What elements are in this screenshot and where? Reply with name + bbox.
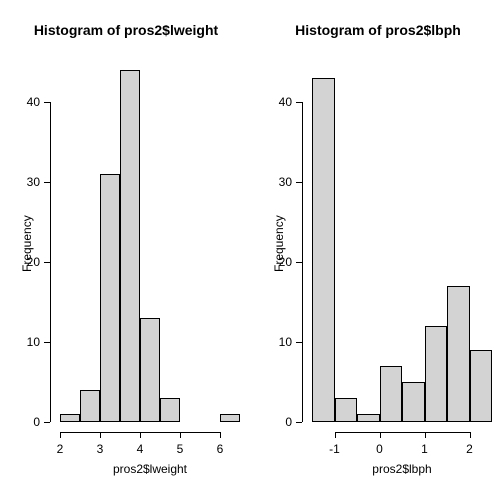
hist-bar (447, 286, 470, 422)
y-tick: 30 (44, 182, 50, 183)
plot-lweight: 01020304023456 (60, 62, 240, 422)
title-lweight: Histogram of pros2$lweight (0, 22, 252, 38)
y-tick: 10 (296, 342, 302, 343)
ylabel-lbph: Frequency (272, 215, 286, 272)
title-lbph: Histogram of pros2$lbph (252, 22, 504, 38)
hist-bar (120, 70, 140, 422)
hist-bar (80, 390, 100, 422)
plot-lbph: 010203040-1012 (312, 62, 492, 422)
panel-lbph: Histogram of pros2$lbph 010203040-1012 F… (252, 0, 504, 504)
y-tick: 10 (44, 342, 50, 343)
hist-bar (220, 414, 240, 422)
hist-bar (60, 414, 80, 422)
panel-lweight: Histogram of pros2$lweight 0102030402345… (0, 0, 252, 504)
y-tick: 0 (44, 422, 50, 423)
hist-bar (380, 366, 403, 422)
hist-bar (357, 414, 380, 422)
y-tick: 40 (296, 102, 302, 103)
y-tick: 30 (296, 182, 302, 183)
y-tick: 20 (296, 262, 302, 263)
hist-bar (425, 326, 448, 422)
y-tick: 20 (44, 262, 50, 263)
hist-bar (140, 318, 160, 422)
hist-bar (100, 174, 120, 422)
xlabel-lbph: pros2$lbph (312, 462, 492, 476)
ylabel-lweight: Frequency (20, 215, 34, 272)
figure: Histogram of pros2$lweight 0102030402345… (0, 0, 504, 504)
hist-bar (312, 78, 335, 422)
y-tick: 40 (44, 102, 50, 103)
hist-bar (402, 382, 425, 422)
hist-bar (335, 398, 358, 422)
xlabel-lweight: pros2$lweight (60, 462, 240, 476)
hist-bar (160, 398, 180, 422)
hist-bar (470, 350, 493, 422)
y-tick: 0 (296, 422, 302, 423)
